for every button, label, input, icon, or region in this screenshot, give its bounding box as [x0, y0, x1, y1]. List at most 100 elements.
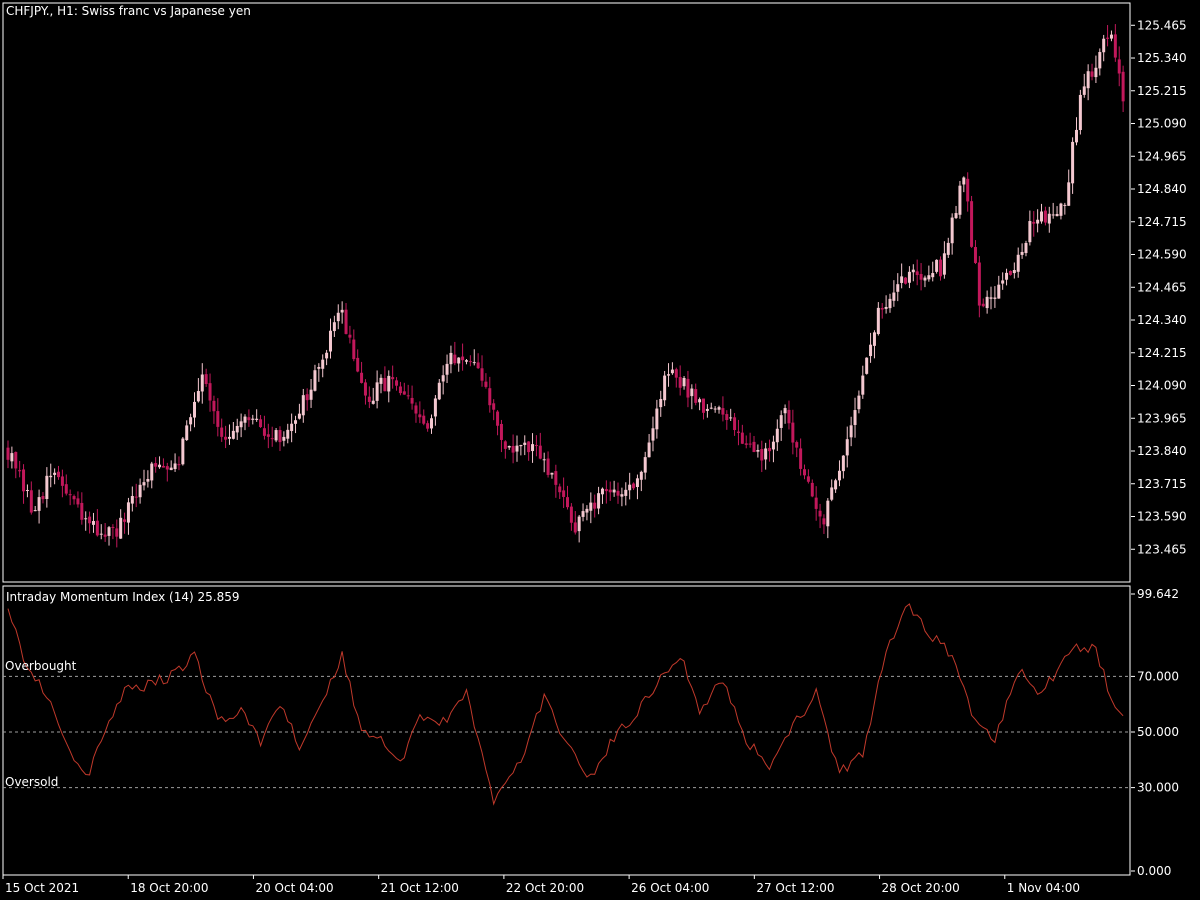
- candle-body: [328, 330, 332, 352]
- indicator-tick-label: 0.000: [1137, 864, 1171, 878]
- candle-body: [1016, 254, 1020, 272]
- candle-body: [608, 489, 612, 493]
- candle-body: [488, 388, 492, 406]
- candle-body: [997, 284, 1001, 299]
- indicator-tick-label: 50.000: [1137, 725, 1179, 739]
- imi-path: [7, 603, 1124, 806]
- candle-body: [173, 463, 177, 470]
- candle-body: [84, 518, 88, 520]
- candle-body: [597, 493, 601, 509]
- candle-body: [768, 447, 772, 452]
- candle-body: [845, 439, 849, 456]
- candle-body: [585, 508, 589, 513]
- candle-body: [53, 472, 57, 475]
- candle-body: [861, 375, 865, 395]
- candle-body: [262, 428, 266, 436]
- candle-body: [49, 475, 53, 478]
- price-tick-label: 124.715: [1137, 215, 1187, 229]
- candle-body: [430, 418, 434, 429]
- candle-body: [709, 407, 713, 409]
- candle-body: [527, 441, 531, 453]
- candle-body: [422, 415, 426, 424]
- candle-body: [193, 401, 196, 418]
- candle-body: [841, 455, 845, 472]
- candle-body: [966, 178, 970, 202]
- candle-body: [231, 430, 235, 439]
- candle-body: [297, 413, 301, 419]
- candle-body: [437, 382, 441, 400]
- candle-body: [958, 185, 962, 215]
- candle-body: [406, 395, 410, 397]
- candle-body: [1055, 213, 1059, 217]
- candle-body: [95, 520, 99, 536]
- candle-body: [33, 510, 37, 512]
- candle-body: [639, 471, 643, 480]
- candle-body: [884, 306, 888, 309]
- candle-body: [775, 428, 779, 443]
- candle-body: [227, 436, 231, 439]
- candle-body: [647, 442, 651, 458]
- candle-body: [313, 370, 317, 391]
- candle-body: [663, 375, 667, 401]
- candle-body: [1113, 34, 1117, 58]
- candle-body: [865, 357, 869, 374]
- candle-body: [558, 486, 562, 493]
- candle-body: [239, 421, 243, 428]
- chart-canvas[interactable]: 125.465 125.340 125.215 125.090 124.965 124.8…: [0, 0, 1200, 900]
- candle-body: [57, 471, 61, 478]
- candle-body: [973, 247, 977, 263]
- candle-body: [818, 510, 822, 517]
- candle-body: [150, 463, 154, 481]
- candle-body: [880, 308, 884, 310]
- candle-body: [1008, 270, 1012, 275]
- candle-body: [142, 482, 146, 486]
- indicator-border: [2, 585, 1131, 876]
- candle-body: [616, 490, 620, 496]
- candle-body: [733, 417, 737, 431]
- candle-body: [896, 284, 900, 292]
- candle-body: [834, 480, 838, 490]
- candle-body: [418, 414, 422, 418]
- candle-body: [826, 500, 830, 527]
- candle-body: [869, 344, 873, 357]
- candle-body: [787, 409, 791, 424]
- indicator-tick-label: 70.000: [1137, 669, 1179, 683]
- candle-body: [900, 276, 904, 283]
- candle-body: [251, 418, 255, 420]
- candle-body: [472, 362, 476, 364]
- candle-body: [550, 472, 554, 475]
- candle-body: [200, 374, 204, 392]
- candle-body: [363, 382, 367, 396]
- candle-body: [970, 201, 974, 247]
- candle-body: [799, 448, 803, 469]
- candle-body: [496, 411, 500, 426]
- candle-body: [569, 506, 573, 523]
- candle-body: [620, 494, 624, 497]
- candle-body: [911, 269, 915, 273]
- price-tick-label: 123.590: [1137, 510, 1187, 524]
- candle-body: [740, 432, 744, 444]
- candle-body: [717, 407, 721, 410]
- chart-title: CHFJPY., H1: Swiss franc vs Japanese yen: [6, 4, 251, 18]
- candle-body: [872, 332, 876, 346]
- indicator-levels: [3, 675, 1130, 789]
- candle-body: [305, 394, 309, 401]
- candle-body: [111, 526, 115, 528]
- candle-body: [923, 277, 927, 281]
- candle-body: [701, 398, 705, 413]
- candle-body: [301, 395, 305, 416]
- candle-body: [41, 496, 45, 500]
- candle-body: [779, 415, 783, 428]
- candle-body: [628, 484, 632, 491]
- candle-body: [950, 217, 954, 244]
- candle-body: [670, 369, 674, 374]
- candle-body: [119, 517, 123, 539]
- candle-body: [612, 489, 616, 493]
- candle-body: [80, 502, 84, 520]
- candle-body: [212, 400, 216, 412]
- candle-body: [181, 438, 185, 465]
- candle-body: [962, 177, 966, 185]
- candle-body: [678, 377, 682, 388]
- candle-body: [449, 352, 453, 365]
- candle-body: [138, 484, 142, 498]
